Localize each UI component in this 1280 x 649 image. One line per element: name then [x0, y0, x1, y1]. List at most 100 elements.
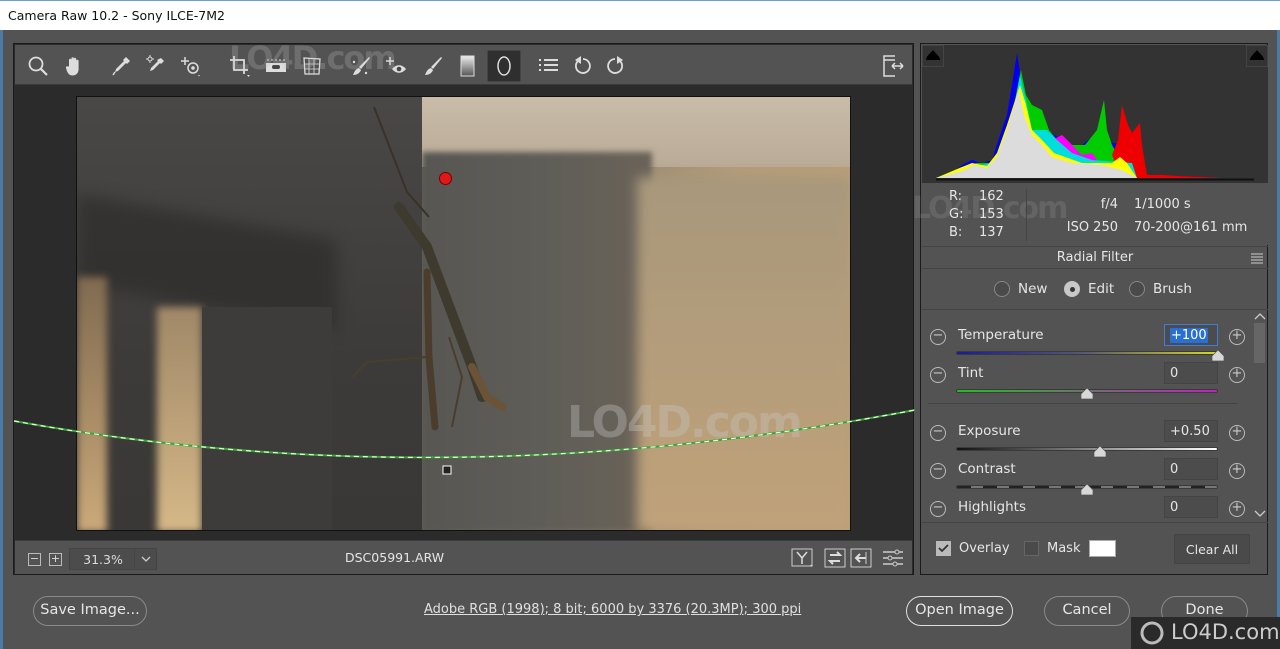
- panel-title: Radial Filter: [1056, 250, 1134, 265]
- targeted-adjustment-tool-button[interactable]: [176, 51, 206, 81]
- rotate-cw-icon: [607, 56, 623, 74]
- radio-circle: [994, 281, 1010, 297]
- filename-label: DSC05991.ARW: [345, 550, 445, 565]
- adjustment-brush-tool-button[interactable]: [418, 51, 448, 81]
- mode-brush-label: Brush: [1153, 281, 1192, 297]
- before-after-view-button[interactable]: [791, 547, 815, 569]
- graduated-filter-tool-button[interactable]: [452, 51, 482, 81]
- slider-value-text: +0.50: [1170, 424, 1210, 439]
- g-value: 153: [979, 207, 1004, 222]
- r-value: 162: [979, 189, 1004, 204]
- ellipse-icon: [497, 56, 511, 76]
- radial-filter-pin[interactable]: [439, 172, 452, 185]
- slider-track[interactable]: [956, 351, 1218, 355]
- slider-value-input[interactable]: 0: [1164, 458, 1218, 480]
- clear-all-button[interactable]: Clear All: [1174, 534, 1250, 564]
- histogram-graph: [936, 53, 1254, 181]
- slider-track[interactable]: [956, 447, 1218, 451]
- gradient-icon: [460, 55, 475, 77]
- slider-thumb[interactable]: [1081, 484, 1093, 495]
- list-icon: [539, 59, 558, 71]
- adjustment-sliders: − Temperature +100 + − Tint 0 + − Exposure +0.50 + −…: [922, 311, 1252, 521]
- iso-value: ISO 250: [1066, 220, 1118, 235]
- panel-menu-icon[interactable]: [1251, 252, 1263, 264]
- rotate-left-button[interactable]: [568, 51, 598, 81]
- scroll-down-icon[interactable]: [1254, 509, 1266, 519]
- overlay-checkbox[interactable]: [936, 541, 951, 556]
- mode-edit-radio[interactable]: Edit: [1064, 281, 1114, 297]
- checkmark-icon: [938, 544, 949, 553]
- swap-arrows-icon: [824, 548, 846, 568]
- toggle-fullscreen-icon: [883, 55, 904, 77]
- slider-thumb[interactable]: [1094, 446, 1107, 457]
- window-title-bar: Camera Raw 10.2 - Sony ILCE-7M2: [0, 0, 1280, 30]
- mode-brush-radio[interactable]: Brush: [1129, 281, 1192, 297]
- hand-tool-button[interactable]: [59, 51, 89, 81]
- preferences-button[interactable]: [533, 51, 563, 81]
- rgb-readout: R: 162 G: 153 B: 137: [949, 188, 1004, 242]
- copy-settings-button[interactable]: [849, 547, 873, 569]
- mode-new-radio[interactable]: New: [994, 281, 1047, 297]
- decrease-icon[interactable]: −: [930, 463, 946, 479]
- panel-scrollbar[interactable]: [1252, 311, 1268, 521]
- preview-preferences-button[interactable]: [881, 547, 905, 569]
- zoom-level-select[interactable]: 31.3%: [69, 548, 157, 570]
- slider-thumb[interactable]: [1212, 350, 1224, 361]
- image-preview[interactable]: LO4D.com: [76, 96, 851, 531]
- rotate-right-button[interactable]: [600, 51, 630, 81]
- chevron-down-icon[interactable]: [134, 549, 156, 569]
- rotate-ccw-icon: [575, 56, 591, 74]
- decrease-icon[interactable]: −: [930, 329, 946, 345]
- toggle-fullscreen-button[interactable]: [878, 51, 908, 81]
- open-image-button[interactable]: Open Image: [906, 596, 1013, 626]
- watermark-top: LO4D.com: [229, 39, 397, 77]
- radial-filter-tool-button[interactable]: [487, 50, 521, 82]
- mask-checkbox[interactable]: [1024, 541, 1039, 556]
- decrease-icon[interactable]: −: [930, 425, 946, 441]
- slider-value-input[interactable]: +100: [1164, 324, 1218, 346]
- brush-icon: [425, 57, 442, 75]
- increase-icon[interactable]: +: [1229, 425, 1245, 441]
- slider-label: Exposure: [958, 423, 1021, 439]
- color-sampler-tool-button[interactable]: [140, 51, 170, 81]
- slider-value-input[interactable]: 0: [1164, 496, 1218, 518]
- g-label: G:: [949, 207, 964, 222]
- decrease-icon[interactable]: −: [930, 501, 946, 517]
- zoom-out-button[interactable]: −: [28, 553, 41, 566]
- sliders-icon: [883, 549, 903, 567]
- overlay-label: Overlay: [959, 541, 1010, 556]
- radio-circle-selected: [1064, 281, 1080, 297]
- cancel-button[interactable]: Cancel: [1044, 596, 1130, 626]
- increase-icon[interactable]: +: [1229, 501, 1245, 517]
- zoom-in-button[interactable]: +: [49, 553, 62, 566]
- slider-group-divider: [928, 403, 1238, 404]
- mask-color-swatch[interactable]: [1089, 540, 1116, 557]
- white-balance-tool-button[interactable]: [106, 51, 136, 81]
- slider-value-input[interactable]: 0: [1164, 362, 1218, 384]
- increase-icon[interactable]: +: [1229, 329, 1245, 345]
- increase-icon[interactable]: +: [1229, 367, 1245, 383]
- target-adjust-icon: [181, 57, 200, 77]
- radio-circle: [1129, 281, 1145, 297]
- zoom-tool-button[interactable]: [23, 51, 53, 81]
- slider-row-temperature: − Temperature +100 +: [922, 323, 1252, 361]
- watermark-center: LO4D.com: [567, 397, 803, 448]
- right-panel: LO4D.com R: 162 G: 153 B: 137 f/4 ISO 250 1…: [912, 43, 1268, 575]
- b-label: B:: [949, 225, 963, 240]
- increase-icon[interactable]: +: [1229, 463, 1245, 479]
- mantis-subject: [351, 106, 506, 431]
- save-image-button[interactable]: Save Image...: [33, 596, 147, 626]
- decrease-icon[interactable]: −: [930, 367, 946, 383]
- slider-thumb[interactable]: [1081, 388, 1093, 399]
- mode-new-label: New: [1018, 281, 1048, 297]
- preview-status-bar: − + 31.3% DSC05991.ARW: [15, 540, 912, 574]
- slider-value-input[interactable]: +0.50: [1164, 420, 1218, 442]
- zoom-level-value: 31.3%: [83, 552, 123, 567]
- r-label: R:: [949, 189, 963, 204]
- swap-settings-button[interactable]: [823, 547, 847, 569]
- arrow-left-icon: [850, 548, 872, 568]
- scroll-up-icon[interactable]: [1254, 311, 1266, 321]
- scrollbar-thumb[interactable]: [1254, 323, 1265, 363]
- workflow-options-link[interactable]: Adobe RGB (1998); 8 bit; 6000 by 3376 (2…: [424, 602, 801, 617]
- before-after-y-icon: [791, 548, 813, 567]
